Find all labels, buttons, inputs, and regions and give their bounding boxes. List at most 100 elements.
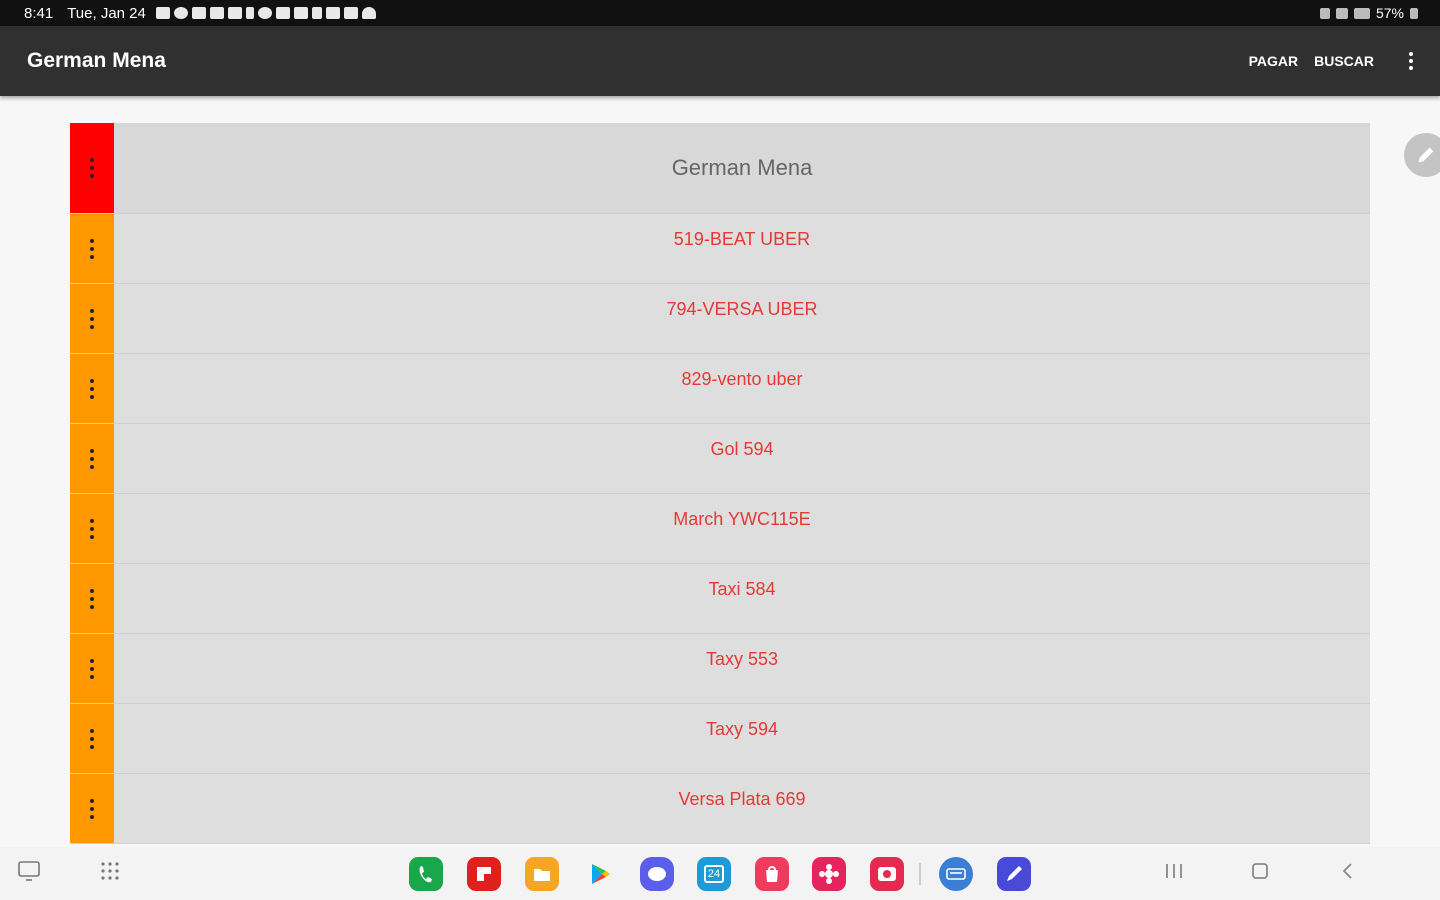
mute-icon [1335,7,1348,19]
list-item[interactable]: Taxy 594 [70,704,1370,774]
list-item-label: 794-VERSA UBER [666,299,818,319]
charging-icon [1319,7,1330,19]
row-handle[interactable] [70,564,114,633]
mail-notification-icon [191,7,206,19]
drag-handle-icon [90,588,94,609]
system-indicators: 57% [1319,5,1418,21]
status-bar: 8:41 Tue, Jan 24 57% [0,0,1440,26]
list-item-cell[interactable]: 794-VERSA UBER [114,284,1370,353]
my-files-icon[interactable] [525,857,559,891]
pay-button[interactable]: PAGAR [1249,53,1299,69]
list-header-title: German Mena [671,155,813,180]
sync-notification-icon [257,7,272,19]
email-notification-icon [155,7,170,19]
list-item[interactable]: Gol 594 [70,424,1370,494]
pencil-icon [1418,147,1434,163]
list-header-row[interactable]: German Mena [70,123,1370,214]
row-handle[interactable] [70,774,114,843]
list-item[interactable]: 829-vento uber [70,354,1370,424]
status-date: Tue, Jan 24 [67,4,146,22]
drag-handle-icon [90,658,94,679]
drag-handle-icon [90,518,94,539]
battery-icon [1410,7,1418,19]
list-item-label: 829-vento uber [681,369,803,389]
home-icon[interactable] [1250,861,1270,881]
phone-icon[interactable] [409,857,443,891]
list-item-cell[interactable]: March YWC115E [114,494,1370,563]
list-item-label: Gol 594 [710,439,774,459]
search-button[interactable]: BUSCAR [1314,53,1374,69]
list-item-cell[interactable]: 829-vento uber [114,354,1370,423]
list-item-cell[interactable]: 519-BEAT UBER [114,214,1370,283]
list-header-cell[interactable]: German Mena [114,123,1370,213]
galaxy-store-icon[interactable] [755,857,789,891]
message-notification-icon [227,7,242,19]
row-handle[interactable] [70,634,114,703]
app-title: German Mena [27,49,166,72]
list-item-label: Taxy 594 [705,719,779,739]
list-item-cell[interactable]: Versa Plata 669 [114,774,1370,843]
list-item[interactable]: March YWC115E [70,494,1370,564]
list-item[interactable]: Taxy 553 [70,634,1370,704]
back-icon[interactable] [1338,861,1358,881]
messages-icon[interactable] [640,857,674,891]
list-item-cell[interactable]: Taxy 553 [114,634,1370,703]
app-notification-icon [275,7,290,19]
facebook-notification-icon [173,7,188,19]
calendar-day: 24 [707,868,721,880]
drag-handle-icon [90,728,94,749]
keyboard-app-icon[interactable] [939,857,973,891]
list-item[interactable]: Taxi 584 [70,564,1370,634]
taskbar-separator [919,863,921,885]
edit-button[interactable] [1404,133,1440,177]
list-item[interactable]: 794-VERSA UBER [70,284,1370,354]
list-item[interactable]: 519-BEAT UBER [70,214,1370,284]
app-bar-actions: PAGAR BUSCAR [1249,49,1420,73]
drag-handle-icon [90,308,94,329]
row-handle[interactable] [70,284,114,353]
app-drawer-icon[interactable] [100,861,120,881]
list-item-cell[interactable]: Taxi 584 [114,564,1370,633]
drag-handle-icon [90,158,94,178]
gallery-notification-icon [209,7,224,19]
screen-recorder-icon[interactable] [870,857,904,891]
screenshot-notification-icon [325,7,340,19]
drag-handle-icon [90,378,94,399]
cloud-notification-icon [361,7,376,19]
vehicle-list: German Mena 519-BEAT UBER 794-VERSA UBER… [70,123,1370,847]
list-item-cell[interactable]: Gol 594 [114,424,1370,493]
photo-notification-icon [343,7,358,19]
row-handle[interactable] [70,424,114,493]
taskbar: 24 [0,847,1440,900]
app-bar: German Mena PAGAR BUSCAR [0,26,1440,96]
more-options-icon[interactable] [1402,49,1420,73]
status-time: 8:41 [24,4,54,22]
row-handle[interactable] [70,494,114,563]
wifi-icon [1353,7,1370,19]
screen-mirror-icon[interactable] [18,861,40,881]
row-handle[interactable] [70,704,114,773]
image-notification-icon [293,7,308,19]
flipboard-icon[interactable] [467,857,501,891]
pen-app-icon[interactable] [997,857,1031,891]
notification-icons [155,7,376,19]
row-handle[interactable] [70,354,114,423]
list-item-label: Taxy 553 [705,649,779,669]
list-item-label: Taxi 584 [708,579,776,599]
play-store-icon[interactable] [583,857,617,891]
list-item-label: 519-BEAT UBER [673,229,811,249]
row-handle[interactable] [70,123,114,213]
drag-handle-icon [90,238,94,259]
calendar-icon[interactable]: 24 [697,857,731,891]
download-notification-icon [311,7,322,19]
drag-handle-icon [90,798,94,819]
drag-handle-icon [90,448,94,469]
battery-level: 57% [1375,5,1404,21]
usb-notification-icon [245,7,254,19]
list-item-cell[interactable]: Taxy 594 [114,704,1370,773]
row-handle[interactable] [70,214,114,283]
list-item[interactable]: Versa Plata 669 [70,774,1370,844]
bixby-icon[interactable] [812,857,846,891]
list-item-label: March YWC115E [673,509,811,529]
recent-apps-icon[interactable] [1164,861,1184,881]
